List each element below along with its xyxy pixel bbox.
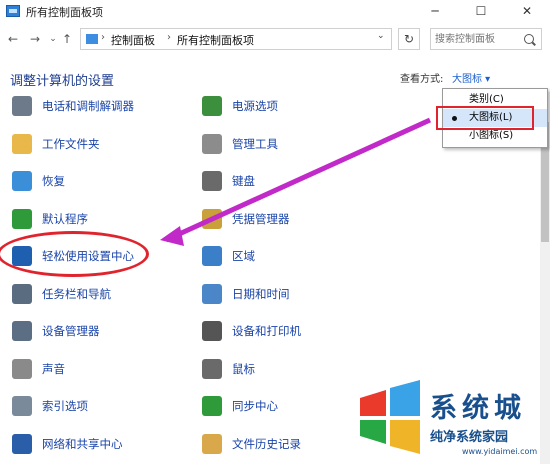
- breadcrumb-control-panel[interactable]: 控制面板: [111, 32, 155, 48]
- taskbar-icon: [12, 283, 32, 304]
- sound-icon: [12, 358, 32, 379]
- address-bar[interactable]: › 控制面板 › 所有控制面板项 ⌄: [80, 28, 392, 50]
- item-label: 日期和时间: [232, 286, 290, 301]
- breadcrumb-separator: ›: [101, 32, 105, 43]
- mouse-icon: [202, 358, 222, 379]
- credential-manager-icon: [202, 208, 222, 229]
- region-icon: [202, 246, 222, 266]
- control-panel-icon: [6, 5, 20, 17]
- highlight-ellipse: [0, 231, 149, 277]
- date-time-icon: [202, 283, 222, 304]
- search-icon[interactable]: [524, 34, 534, 44]
- item-label: 工作文件夹: [42, 136, 100, 151]
- close-button[interactable]: ✕: [504, 0, 550, 24]
- item-label: 设备和打印机: [232, 324, 301, 338]
- sync-center-icon: [202, 396, 222, 416]
- item-label: 区域: [232, 249, 255, 263]
- control-panel-icon: [86, 34, 98, 44]
- search-input[interactable]: [435, 31, 517, 47]
- work-folders-icon: [12, 133, 32, 154]
- forward-button[interactable]: →: [26, 30, 44, 48]
- item-label: 网络和共享中心: [42, 436, 123, 451]
- window-title: 所有控制面板项: [26, 6, 103, 19]
- view-by-dropdown[interactable]: 大图标 ▾: [452, 70, 490, 85]
- watermark-title: 系统城: [430, 393, 526, 424]
- keyboard-icon: [202, 171, 222, 191]
- address-dropdown-icon[interactable]: ⌄: [377, 31, 385, 41]
- item-label: 设备管理器: [42, 324, 100, 338]
- highlight-box: [436, 106, 534, 130]
- item-label: 鼠标: [232, 361, 255, 376]
- watermark-subtitle: 纯净系统家园: [430, 430, 509, 445]
- breadcrumb-separator: ›: [167, 32, 171, 43]
- item-label: 任务栏和导航: [42, 286, 111, 301]
- device-manager-icon: [12, 321, 32, 341]
- watermark-logo-icon: [360, 380, 420, 454]
- power-options-icon: [202, 96, 222, 116]
- network-sharing-icon: [12, 433, 32, 454]
- devices-printers-icon: [202, 321, 222, 341]
- phone-modem-icon: [12, 96, 32, 116]
- file-history-icon: [202, 433, 222, 454]
- item-label: 索引选项: [42, 399, 88, 413]
- title-bar: 所有控制面板项 ─ ☐ ✕: [0, 0, 550, 24]
- item-label: 键盘: [232, 174, 255, 188]
- recovery-icon: [12, 171, 32, 191]
- minimize-button[interactable]: ─: [412, 0, 458, 24]
- address-toolbar: ← → ⌄ ↑ › 控制面板 › 所有控制面板项 ⌄ ↻: [0, 26, 550, 52]
- breadcrumb-all-items[interactable]: 所有控制面板项: [177, 32, 254, 48]
- item-label: 凭据管理器: [232, 211, 290, 226]
- item-label: 电源选项: [232, 99, 278, 113]
- item-label: 文件历史记录: [232, 436, 301, 451]
- item-label: 声音: [42, 361, 65, 376]
- page-heading: 调整计算机的设置: [10, 74, 115, 89]
- back-button[interactable]: ←: [4, 30, 22, 48]
- indexing-icon: [12, 396, 32, 416]
- search-box[interactable]: [430, 28, 542, 50]
- up-button[interactable]: ↑: [58, 30, 76, 48]
- item-label: 默认程序: [42, 211, 88, 226]
- item-label: 电话和调制解调器: [42, 99, 134, 113]
- item-label: 恢复: [42, 174, 65, 188]
- item-label: 管理工具: [232, 136, 278, 151]
- watermark-url: www.yidaimei.com: [462, 447, 538, 456]
- refresh-button[interactable]: ↻: [398, 28, 420, 50]
- view-by-label: 查看方式:: [400, 74, 444, 85]
- item-label: 同步中心: [232, 399, 278, 413]
- default-programs-icon: [12, 208, 32, 229]
- admin-tools-icon: [202, 133, 222, 154]
- maximize-button[interactable]: ☐: [458, 0, 504, 24]
